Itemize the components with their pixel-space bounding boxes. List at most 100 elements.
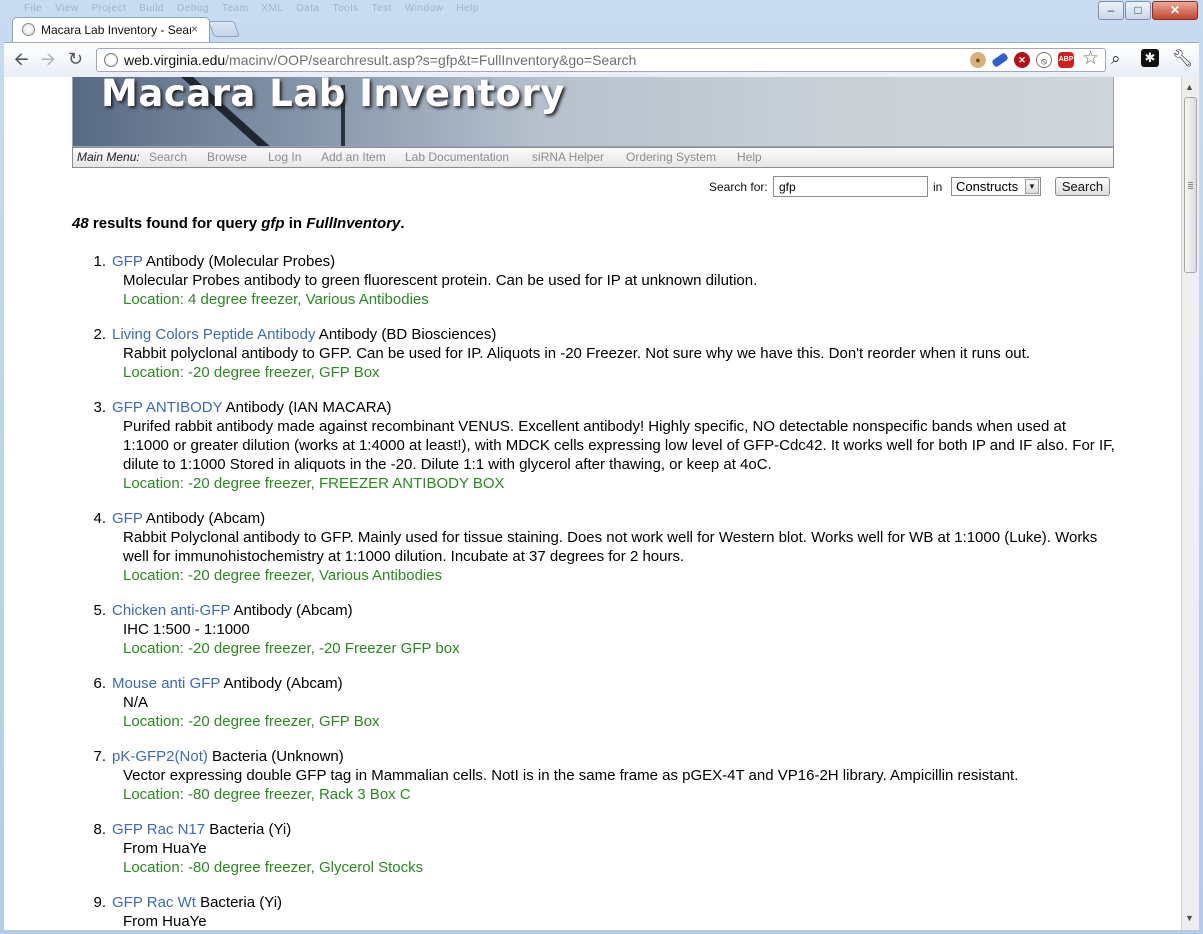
result-description: Molecular Probes antibody to green fluor… (123, 272, 758, 289)
result-type: Antibody (Molecular Probes) (142, 253, 336, 270)
result-type: Bacteria (Yi) (205, 821, 292, 838)
result-item: 2. Living Colors Peptide Antibody Antibo… (86, 325, 1116, 382)
result-type: Antibody (Abcam) (220, 675, 343, 692)
result-link[interactable]: Living Colors Peptide Antibody (112, 326, 315, 343)
result-description: Rabbit polyclonal antibody to GFP. Can b… (123, 345, 1030, 362)
background-menu-item: Window (404, 3, 444, 14)
no-script-extension-icon[interactable]: ⦸ (1036, 52, 1052, 68)
cookie-extension-icon[interactable]: ● (970, 52, 986, 68)
search-button[interactable]: Search (1055, 177, 1110, 196)
vertical-scrollbar[interactable]: ▲ ▼ (1181, 77, 1199, 930)
result-location: Location: -20 degree freezer, GFP Box (123, 364, 380, 381)
page-info-icon[interactable] (104, 53, 118, 67)
browser-toolbar: 🡨 🡪 ↻ web.virginia.edu/macinv/OOP/search… (4, 42, 1199, 77)
forward-arrow-icon[interactable]: 🡪 (41, 49, 56, 69)
result-link[interactable]: GFP (112, 253, 143, 270)
result-description: Rabbit Polyclonal antibody to GFP. Mainl… (123, 529, 1098, 565)
background-menu-item: Project (91, 3, 127, 14)
page-menu-icon[interactable]: ⌕ (1111, 49, 1121, 69)
result-type: Bacteria (Yi) (195, 894, 283, 911)
result-location: Location: -20 degree freezer, Various An… (123, 567, 443, 584)
menu-item-search[interactable]: Search (149, 148, 187, 167)
result-description: From HuaYe (123, 913, 207, 930)
result-link[interactable]: GFP (112, 510, 143, 527)
result-number: 3. (93, 399, 106, 416)
new-tab-button[interactable] (208, 21, 240, 37)
adblock-icon[interactable]: ABP (1058, 52, 1074, 68)
search-scope-value: Constructs (956, 179, 1019, 194)
site-banner: Macara Lab Inventory (72, 77, 1114, 147)
result-link[interactable]: pK-GFP2(Not) (112, 748, 208, 765)
menu-item-browse[interactable]: Browse (207, 148, 247, 167)
bookmark-star-icon[interactable]: ☆ (1082, 47, 1099, 70)
reload-icon[interactable]: ↻ (68, 49, 83, 69)
menu-item-log-in[interactable]: Log In (268, 148, 301, 167)
result-location: Location: -20 degree freezer, FREEZER AN… (123, 475, 505, 492)
background-app-menu: File View Project Build Debug Team XML Data Tool… (24, 3, 492, 14)
result-description: IHC 1:500 - 1:1000 (123, 621, 250, 638)
scroll-down-arrow-icon[interactable]: ▼ (1185, 913, 1194, 923)
menu-item-ordering-system[interactable]: Ordering System (626, 148, 716, 167)
search-in-label: in (933, 180, 943, 194)
result-location: Location: -80 degree freezer, Glycerol S… (123, 859, 424, 876)
result-description: N/A (123, 694, 149, 711)
back-arrow-icon[interactable]: 🡨 (14, 49, 29, 69)
menu-item-help[interactable]: Help (737, 148, 762, 167)
background-menu-item: Tools (332, 3, 359, 14)
result-location: Location: -80 degree freezer, Rack 3 Box… (123, 786, 411, 803)
query-term: gfp (261, 215, 285, 232)
result-location: Location: -20 degree freezer, -20 Freeze… (123, 640, 460, 657)
result-item: 9. GFP Rac Wt Bacteria (Yi) From HuaYe (86, 893, 1116, 930)
table-name: FullInventory (306, 215, 401, 232)
result-link[interactable]: GFP Rac N17 (112, 821, 205, 838)
results-list: 1. GFP Antibody (Molecular Probes) Molec… (86, 252, 1116, 930)
result-type: Antibody (Abcam) (142, 510, 266, 527)
results-summary: 48 results found for query gfp in FullIn… (72, 215, 405, 232)
result-item: 3. GFP ANTIBODY Antibody (IAN MACARA) Pu… (86, 398, 1116, 493)
wrench-icon[interactable]: 🔧︎ (1172, 49, 1194, 69)
url-text[interactable]: web.virginia.edu/macinv/OOP/searchresult… (124, 52, 636, 68)
tab-macara-lab-inventory[interactable]: Macara Lab Inventory - Sear × (12, 17, 210, 43)
result-type: Bacteria (Unknown) (207, 748, 344, 765)
result-item: 5. Chicken anti-GFP Antibody (Abcam) IHC… (86, 601, 1116, 658)
maximize-button[interactable]: □ (1125, 1, 1151, 20)
result-item: 6. Mouse anti GFP Antibody (Abcam) N/A L… (86, 674, 1116, 731)
search-scope-select[interactable]: Constructs ▼ (951, 177, 1041, 196)
search-label: Search for: (709, 180, 768, 194)
summary-text: . (400, 215, 405, 232)
background-menu-item: Team (221, 3, 249, 14)
result-link[interactable]: Chicken anti-GFP (112, 602, 230, 619)
address-bar[interactable]: web.virginia.edu/macinv/OOP/searchresult… (96, 48, 1106, 72)
result-type: Antibody (IAN MACARA) (222, 399, 392, 416)
scroll-up-arrow-icon[interactable]: ▲ (1185, 82, 1194, 92)
result-number: 7. (93, 748, 106, 765)
scrollbar-thumb[interactable] (1184, 97, 1197, 273)
minimize-button[interactable]: – (1098, 1, 1124, 20)
chevron-down-icon: ▼ (1025, 179, 1039, 194)
page-viewport: Macara Lab Inventory Main Menu: Search B… (4, 77, 1181, 930)
search-input[interactable] (773, 176, 928, 197)
result-number: 9. (93, 894, 106, 911)
result-link[interactable]: Mouse anti GFP (112, 675, 220, 692)
summary-text: results found for query (88, 215, 262, 232)
blocker-extension-icon[interactable]: ✕ (1014, 52, 1030, 68)
extension-asterisk-icon[interactable]: ✱ (1141, 49, 1159, 67)
tab-title: Macara Lab Inventory - Sear (41, 23, 191, 37)
grip-icon (1188, 182, 1193, 183)
result-number: 6. (93, 675, 106, 692)
browser-window: File View Project Build Debug Team XML Data Tool… (0, 0, 1203, 934)
result-number: 8. (93, 821, 106, 838)
result-link[interactable]: GFP ANTIBODY (112, 399, 222, 416)
main-menu: Main Menu: Search Browse Log In Add an I… (72, 147, 1114, 168)
result-description: Vector expressing double GFP tag in Mamm… (123, 767, 1019, 784)
menu-item-add-an-item[interactable]: Add an Item (321, 148, 386, 167)
result-link[interactable]: GFP Rac Wt (112, 894, 196, 911)
result-number: 4. (93, 510, 106, 527)
menu-item-sirna-helper[interactable]: siRNA Helper (532, 148, 604, 167)
background-menu-item: File (24, 3, 43, 14)
menu-item-lab-documentation[interactable]: Lab Documentation (405, 148, 509, 167)
close-window-button[interactable]: ✕ (1152, 1, 1198, 20)
result-item: 4. GFP Antibody (Abcam) Rabbit Polyclona… (86, 509, 1116, 585)
tab-close-icon[interactable]: × (191, 22, 198, 36)
result-location: Location: 4 degree freezer, Various Anti… (123, 291, 429, 308)
